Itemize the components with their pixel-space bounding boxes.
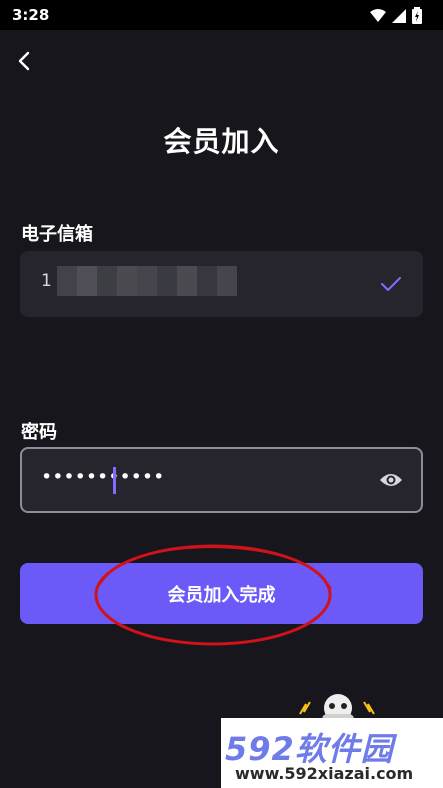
join-complete-button[interactable]: 会员加入完成 xyxy=(20,563,423,624)
page-title: 会员加入 xyxy=(163,125,280,158)
text-caret xyxy=(113,467,116,494)
watermark-url: www.592xiazai.com xyxy=(235,764,414,783)
back-button[interactable] xyxy=(12,48,40,76)
password-field[interactable]: ••••••••••• xyxy=(20,447,423,513)
password-label: 密码 xyxy=(21,422,57,443)
email-field[interactable]: 1 xyxy=(20,251,423,317)
wifi-icon xyxy=(370,9,386,22)
eye-icon[interactable] xyxy=(379,471,403,489)
status-time: 3:28 xyxy=(12,6,50,24)
password-masked-value: ••••••••••• xyxy=(41,466,165,488)
check-icon xyxy=(381,277,401,291)
chevron-left-icon xyxy=(18,51,30,71)
status-bar: 3:28 xyxy=(0,0,443,30)
status-icons xyxy=(369,7,429,24)
email-value: 1 xyxy=(41,271,52,291)
email-label: 电子信箱 xyxy=(21,224,93,245)
watermark: 592软件园 www.592xiazai.com xyxy=(221,718,443,788)
signal-icon xyxy=(392,9,406,23)
battery-icon xyxy=(412,7,422,24)
join-complete-label: 会员加入完成 xyxy=(167,584,276,606)
